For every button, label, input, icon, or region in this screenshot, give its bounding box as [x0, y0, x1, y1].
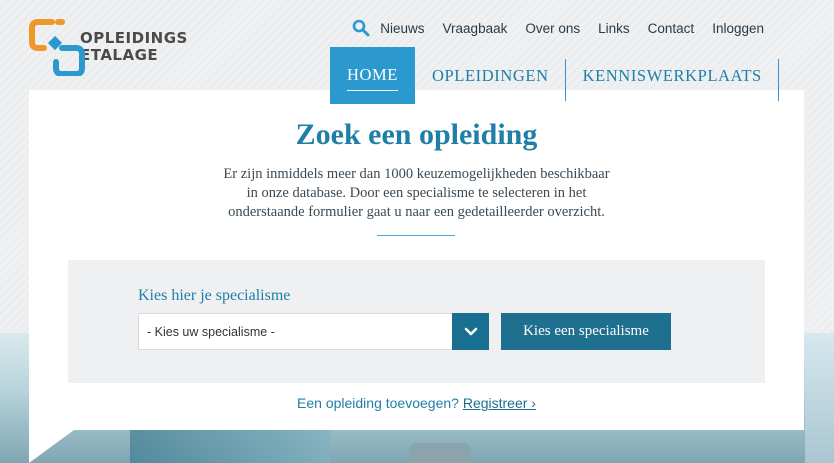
nav-link-vraagbaak[interactable]: Vraagbaak	[443, 21, 508, 36]
main-nav-label: KENNISWERKPLAATS	[582, 65, 762, 85]
register-link[interactable]: Registreer ›	[463, 395, 536, 411]
photo-detail	[410, 443, 470, 463]
nav-link-contact[interactable]: Contact	[648, 21, 695, 36]
specialism-form: Kies hier je specialisme - Kies uw speci…	[68, 260, 765, 383]
main-nav-kenniswerkplaats[interactable]: KENNISWERKPLAATS	[566, 47, 779, 104]
nav-link-inloggen[interactable]: Inloggen	[712, 21, 764, 36]
specialism-label: Kies hier je specialisme	[138, 287, 291, 304]
panel-notch	[29, 430, 74, 463]
chevron-down-icon[interactable]	[452, 313, 489, 350]
content-panel: Zoek een opleiding Er zijn inmiddels mee…	[29, 90, 804, 430]
top-nav: Nieuws Vraagbaak Over ons Links Contact …	[352, 19, 764, 37]
intro-text: Er zijn inmiddels meer dan 1000 keuzemog…	[169, 165, 664, 222]
main-nav-opleidingen[interactable]: OPLEIDINGEN	[415, 47, 566, 104]
intro-line: onderstaande formulier gaat u naar een g…	[228, 204, 605, 220]
logo-mark-icon	[28, 18, 86, 77]
divider	[377, 235, 455, 236]
nav-link-links[interactable]: Links	[598, 21, 630, 36]
add-course-prompt: Een opleiding toevoegen? Registreer ›	[29, 395, 804, 411]
nav-link-over-ons[interactable]: Over ons	[525, 21, 580, 36]
logo-text: OPLEIDINGS ETALAGE	[80, 30, 188, 64]
main-nav-label: HOME	[347, 65, 398, 91]
specialism-select[interactable]: - Kies uw specialisme -	[138, 313, 489, 350]
select-value: - Kies uw specialisme -	[147, 324, 275, 339]
intro-line: Er zijn inmiddels meer dan 1000 keuzemog…	[223, 166, 610, 182]
main-nav-home[interactable]: HOME	[330, 47, 415, 104]
main-nav: HOME OPLEIDINGEN KENNISWERKPLAATS	[330, 47, 779, 104]
logo-line-2: ETALAGE	[80, 46, 159, 64]
photo-detail	[805, 333, 834, 463]
photo-detail	[130, 428, 330, 463]
page-title: Zoek een opleiding	[295, 118, 538, 151]
intro-line: in onze database. Door een specialisme t…	[246, 185, 587, 201]
search-icon[interactable]	[352, 19, 370, 37]
main-nav-label: OPLEIDINGEN	[432, 65, 549, 85]
nav-separator	[777, 59, 779, 101]
nav-link-nieuws[interactable]: Nieuws	[380, 21, 424, 36]
logo-line-1: OPLEIDINGS	[80, 29, 188, 47]
site-logo[interactable]: OPLEIDINGS ETALAGE	[28, 18, 188, 77]
add-course-text: Een opleiding toevoegen?	[297, 395, 459, 411]
choose-specialism-button[interactable]: Kies een specialisme	[501, 313, 671, 350]
